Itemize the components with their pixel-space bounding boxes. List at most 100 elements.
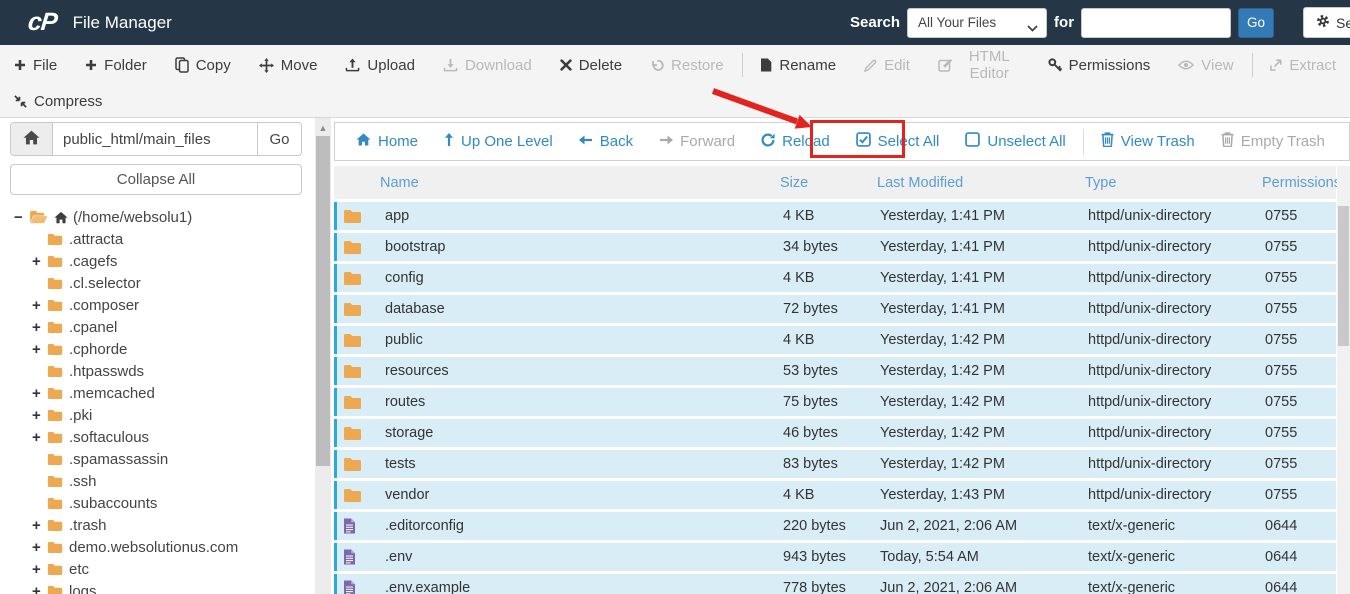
file-row[interactable]: bootstrap 34 bytes Yesterday, 1:41 PM httpd… — [334, 233, 1336, 261]
rename-button[interactable]: Rename — [746, 45, 850, 85]
tree-item-label[interactable]: demo.websolutionus.com — [69, 539, 238, 556]
search-input[interactable] — [1081, 7, 1232, 38]
tree-item-label[interactable]: etc — [69, 561, 89, 578]
tree-toggle-icon[interactable]: + — [32, 319, 47, 336]
nav-home-button[interactable]: Home — [343, 133, 431, 150]
tree-toggle-icon[interactable]: + — [32, 385, 47, 402]
path-input[interactable] — [53, 123, 257, 155]
tree-item[interactable]: .cl.selector — [0, 272, 313, 294]
tree-item-label[interactable]: .cpanel — [69, 319, 117, 336]
file-row[interactable]: config 4 KB Yesterday, 1:41 PM httpd/unix-d… — [334, 264, 1336, 292]
sidebar-scrollbar-thumb[interactable] — [316, 136, 330, 466]
tree-item-label[interactable]: logs — [69, 583, 97, 594]
search-scope-select[interactable]: All Your Files — [907, 7, 1048, 38]
tree-item[interactable]: + .composer — [0, 294, 313, 316]
file-row[interactable]: vendor 4 KB Yesterday, 1:43 PM httpd/unix-d… — [334, 481, 1336, 509]
tree-toggle-icon[interactable]: + — [32, 297, 47, 314]
tree-item[interactable]: .ssh — [0, 470, 313, 492]
tree-item-label[interactable]: .spamassassin — [69, 451, 168, 468]
tree-toggle-icon[interactable]: + — [32, 253, 47, 270]
tree-item[interactable]: + logs — [0, 580, 313, 594]
folder-button[interactable]: Folder — [71, 45, 161, 85]
tree-toggle-icon[interactable]: + — [32, 539, 47, 556]
file-list-scrollbar[interactable] — [1337, 166, 1350, 594]
tree-item-label[interactable]: .trash — [69, 517, 107, 534]
tree-item-label[interactable]: (/home/websolu1) — [73, 209, 192, 226]
file-row[interactable]: tests 83 bytes Yesterday, 1:42 PM httpd/uni… — [334, 450, 1336, 478]
path-go-button[interactable]: Go — [257, 123, 301, 155]
copy-button[interactable]: Copy — [161, 45, 245, 85]
move-button[interactable]: Move — [245, 45, 332, 85]
tree-item-label[interactable]: .subaccounts — [69, 495, 157, 512]
download-button[interactable]: Download — [429, 45, 546, 85]
file-row[interactable]: routes 75 bytes Yesterday, 1:42 PM httpd/un… — [334, 388, 1336, 416]
upload-button[interactable]: Upload — [331, 45, 429, 85]
tree-item[interactable]: + .cagefs — [0, 250, 313, 272]
tree-toggle-icon[interactable]: + — [32, 429, 47, 446]
tree-item-label[interactable]: .htpasswds — [69, 363, 144, 380]
permissions-button[interactable]: Permissions — [1034, 45, 1165, 85]
file-button[interactable]: File — [0, 45, 71, 85]
nav-reload-button[interactable]: Reload — [748, 133, 843, 151]
column-header-type[interactable]: Type — [1085, 175, 1262, 191]
tree-item-label[interactable]: .cphorde — [69, 341, 127, 358]
tree-toggle-icon[interactable]: + — [32, 561, 47, 578]
sidebar-scrollbar[interactable]: ▲ — [315, 118, 331, 594]
tree-toggle-icon[interactable]: + — [32, 341, 47, 358]
tree-item-label[interactable]: .attracta — [69, 231, 123, 248]
restore-button[interactable]: Restore — [636, 45, 738, 85]
file-row[interactable]: .editorconfig 220 bytes Jun 2, 2021, 2:06 … — [334, 512, 1336, 540]
html-editor-button[interactable]: HTML Editor — [924, 45, 1034, 85]
column-header-permissions[interactable]: Permissions — [1262, 175, 1341, 191]
nav-forward-button[interactable]: Forward — [646, 133, 748, 150]
tree-item-label[interactable]: .composer — [69, 297, 139, 314]
edit-button[interactable]: Edit — [850, 45, 924, 85]
nav-empty-trash-button[interactable]: Empty Trash — [1208, 132, 1338, 151]
tree-item[interactable]: + etc — [0, 558, 313, 580]
tree-item[interactable]: + .softaculous — [0, 426, 313, 448]
nav-back-button[interactable]: Back — [566, 133, 646, 150]
home-path-button[interactable] — [11, 123, 53, 155]
tree-item-label[interactable]: .cagefs — [69, 253, 117, 270]
nav-select-all-button[interactable]: Select All — [843, 132, 953, 151]
nav-up-one-level-button[interactable]: Up One Level — [431, 132, 566, 151]
tree-item[interactable]: .attracta — [0, 228, 313, 250]
tree-item[interactable]: .htpasswds — [0, 360, 313, 382]
tree-toggle-icon[interactable]: + — [32, 517, 47, 534]
tree-item[interactable]: .subaccounts — [0, 492, 313, 514]
file-row[interactable]: app 4 KB Yesterday, 1:41 PM httpd/unix-dire… — [334, 202, 1336, 230]
tree-item[interactable]: − (/home/websolu1) — [0, 206, 313, 228]
file-list-scrollbar-thumb[interactable] — [1338, 206, 1349, 346]
tree-item-label[interactable]: .memcached — [69, 385, 155, 402]
tree-toggle-icon[interactable]: − — [14, 209, 29, 226]
file-row[interactable]: database 72 bytes Yesterday, 1:41 PM httpd/… — [334, 295, 1336, 323]
scroll-up-icon[interactable]: ▲ — [315, 118, 331, 133]
tree-toggle-icon[interactable]: + — [32, 583, 47, 594]
collapse-all-button[interactable]: Collapse All — [10, 164, 302, 195]
nav-view-trash-button[interactable]: View Trash — [1088, 132, 1208, 151]
column-header-name[interactable]: Name — [380, 175, 780, 191]
nav-unselect-all-button[interactable]: Unselect All — [952, 132, 1078, 151]
tree-toggle-icon[interactable]: + — [32, 407, 47, 424]
compress-button[interactable]: Compress — [0, 85, 116, 117]
delete-button[interactable]: Delete — [546, 45, 636, 85]
tree-item[interactable]: + .cpanel — [0, 316, 313, 338]
view-button[interactable]: View — [1164, 45, 1247, 85]
extract-button[interactable]: Extract — [1256, 45, 1350, 85]
file-row[interactable]: .env.example 778 bytes Jun 2, 2021, 2:06 A… — [334, 574, 1336, 594]
column-header-size[interactable]: Size — [780, 175, 877, 191]
column-header-modified[interactable]: Last Modified — [877, 175, 1085, 191]
file-row[interactable]: public 4 KB Yesterday, 1:42 PM httpd/unix-d… — [334, 326, 1336, 354]
tree-item[interactable]: + .memcached — [0, 382, 313, 404]
tree-item[interactable]: + .pki — [0, 404, 313, 426]
tree-item[interactable]: .spamassassin — [0, 448, 313, 470]
settings-button[interactable]: Settings — [1303, 7, 1350, 38]
tree-item-label[interactable]: .ssh — [69, 473, 97, 490]
tree-item[interactable]: + demo.websolutionus.com — [0, 536, 313, 558]
file-row[interactable]: .env 943 bytes Today, 5:54 AM text/x-generi… — [334, 543, 1336, 571]
file-row[interactable]: storage 46 bytes Yesterday, 1:42 PM httpd/u… — [334, 419, 1336, 447]
tree-item[interactable]: + .cphorde — [0, 338, 313, 360]
tree-item-label[interactable]: .cl.selector — [69, 275, 141, 292]
search-go-button[interactable]: Go — [1238, 7, 1275, 38]
file-row[interactable]: resources 53 bytes Yesterday, 1:42 PM httpd… — [334, 357, 1336, 385]
